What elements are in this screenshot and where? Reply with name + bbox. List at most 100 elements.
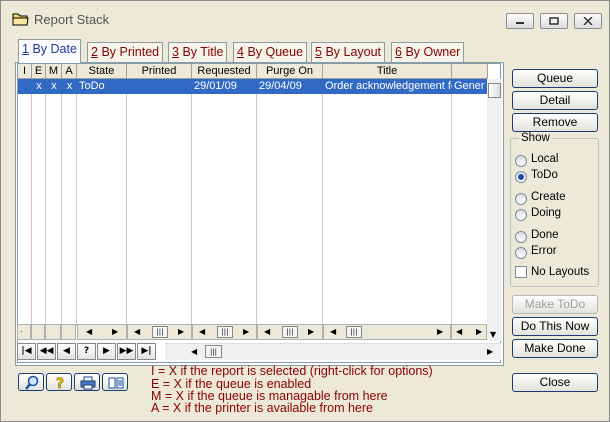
make-todo-button[interactable]: Make ToDo: [512, 295, 598, 314]
radio-local[interactable]: [515, 155, 527, 167]
tab-by-layout[interactable]: 5 By Layout: [311, 42, 386, 62]
tab-by-printed[interactable]: 2 By Printed: [87, 42, 164, 62]
title-bar: Report Stack: [2, 2, 608, 36]
previous-record-icon[interactable]: ◀: [57, 343, 76, 360]
magnifier-icon: [25, 375, 39, 390]
scroll-thumb[interactable]: |||: [282, 326, 298, 338]
last-record-icon[interactable]: ▶|: [137, 343, 156, 360]
next-record-icon[interactable]: ▶: [97, 343, 116, 360]
column-scrollbar[interactable]: [45, 324, 61, 340]
show-group-title: Show: [519, 132, 552, 144]
radio-doing[interactable]: [515, 209, 527, 221]
radio-label-todo[interactable]: ToDo: [531, 169, 558, 181]
scroll-thumb[interactable]: |||: [205, 345, 222, 358]
radio-label-error[interactable]: Error: [531, 245, 557, 257]
tab-by-title[interactable]: 3 By Title: [168, 42, 228, 62]
find-button[interactable]: [18, 373, 44, 391]
column-scrollbar-purge-on[interactable]: ◀ ||| ▶: [257, 324, 323, 340]
scroll-left-arrow-icon[interactable]: ◀: [134, 327, 140, 336]
radio-done[interactable]: [515, 231, 527, 243]
column-scrollbar[interactable]: [61, 324, 76, 340]
help-button[interactable]: ?: [46, 373, 72, 391]
restore-button[interactable]: [540, 13, 568, 29]
page-forward-icon[interactable]: ▶▶: [117, 343, 136, 360]
query-icon[interactable]: ?: [77, 343, 96, 360]
layout-button[interactable]: [102, 373, 128, 391]
scroll-thumb[interactable]: |||: [217, 326, 233, 338]
vertical-scrollbar[interactable]: ▼: [487, 79, 502, 341]
help-icon: ?: [56, 376, 65, 391]
column-divider: [76, 64, 77, 326]
scroll-left-arrow-icon[interactable]: ◀: [199, 327, 205, 336]
scroll-thumb[interactable]: |||: [152, 326, 168, 338]
remove-button[interactable]: Remove: [512, 113, 598, 132]
column-header-i[interactable]: I: [18, 64, 32, 79]
cell-a: x: [66, 80, 73, 92]
column-scrollbar-extra[interactable]: ◀ ▶: [451, 324, 487, 340]
scroll-thumb[interactable]: [488, 83, 501, 98]
close-window-button[interactable]: [574, 13, 602, 29]
column-header-state[interactable]: State: [77, 64, 127, 79]
scroll-left-arrow-icon[interactable]: ◀: [264, 327, 270, 336]
scroll-right-arrow-icon[interactable]: ▶: [112, 327, 118, 336]
radio-todo[interactable]: [515, 171, 527, 183]
radio-error[interactable]: [515, 247, 527, 259]
column-divider: [126, 64, 127, 326]
scroll-right-arrow-icon[interactable]: ▶: [487, 347, 493, 356]
column-header-e[interactable]: E: [32, 64, 46, 79]
scroll-right-arrow-icon[interactable]: ▶: [476, 327, 482, 336]
column-divider: [451, 64, 452, 326]
tab-by-date[interactable]: 1 By Date: [18, 39, 81, 63]
no-layouts-label[interactable]: No Layouts: [531, 266, 589, 278]
column-divider: [45, 64, 46, 326]
no-layouts-checkbox[interactable]: [515, 266, 527, 278]
close-button[interactable]: Close: [512, 373, 598, 392]
scroll-left-arrow-icon[interactable]: ◀: [86, 327, 92, 336]
column-scrollbar-requested[interactable]: ◀ ||| ▶: [192, 324, 257, 340]
column-header-title[interactable]: Title: [323, 64, 452, 79]
radio-label-create[interactable]: Create: [531, 191, 566, 203]
printer-icon: [80, 376, 96, 390]
scroll-left-arrow-icon[interactable]: ◀: [456, 327, 462, 336]
radio-label-doing[interactable]: Doing: [531, 207, 561, 219]
scroll-down-arrow-icon[interactable]: ▼: [490, 330, 496, 339]
tab-by-queue[interactable]: 4 By Queue: [233, 42, 308, 62]
column-header-requested[interactable]: Requested: [192, 64, 257, 79]
scroll-right-arrow-icon[interactable]: ▶: [437, 327, 443, 336]
page-back-icon[interactable]: ◀◀: [37, 343, 56, 360]
tab-by-owner[interactable]: 6 By Owner: [391, 42, 465, 62]
column-header-m[interactable]: M: [46, 64, 62, 79]
minimize-button[interactable]: [506, 13, 534, 29]
first-record-icon[interactable]: |◀: [17, 343, 36, 360]
scroll-left-arrow-icon[interactable]: ◀: [191, 347, 197, 356]
column-header-a[interactable]: A: [62, 64, 77, 79]
radio-create[interactable]: [515, 193, 527, 205]
scroll-right-arrow-icon[interactable]: ▶: [308, 327, 314, 336]
column-header-extra[interactable]: [452, 64, 488, 79]
queue-button[interactable]: Queue: [512, 69, 598, 88]
scroll-right-arrow-icon[interactable]: ▶: [243, 327, 249, 336]
scroll-right-arrow-icon[interactable]: ▶: [178, 327, 184, 336]
radio-label-local[interactable]: Local: [531, 153, 559, 165]
scroll-left-arrow-icon[interactable]: ◀: [330, 327, 336, 336]
column-header-printed[interactable]: Printed: [127, 64, 192, 79]
column-divider: [322, 64, 323, 326]
column-scrollbar-state[interactable]: ◀ ▶: [77, 324, 127, 340]
cell-title: Order acknowledgement fo: [325, 80, 452, 92]
column-scrollbar[interactable]: .: [17, 324, 31, 340]
cell-state: ToDo: [79, 80, 105, 92]
column-scrollbar[interactable]: [31, 324, 45, 340]
print-button[interactable]: [74, 373, 100, 391]
column-scrollbar-printed[interactable]: ◀ ||| ▶: [127, 324, 192, 340]
make-done-button[interactable]: Make Done: [512, 339, 598, 358]
report-stack-window: Report Stack 1 By Date 2 By Printed 3 By…: [0, 0, 610, 422]
report-grid[interactable]: I E M A State Printed Requested Purge On…: [17, 63, 501, 363]
horizontal-scrollbar[interactable]: ◀ ||| ▶: [165, 343, 501, 360]
detail-button[interactable]: Detail: [512, 91, 598, 110]
do-this-now-button[interactable]: Do This Now: [512, 317, 598, 336]
column-header-purge-on[interactable]: Purge On: [257, 64, 323, 79]
column-divider: [61, 64, 62, 326]
scroll-thumb[interactable]: |||: [346, 326, 362, 338]
column-scrollbar-title[interactable]: ◀ ||| ▶: [323, 324, 451, 340]
radio-label-done[interactable]: Done: [531, 229, 559, 241]
